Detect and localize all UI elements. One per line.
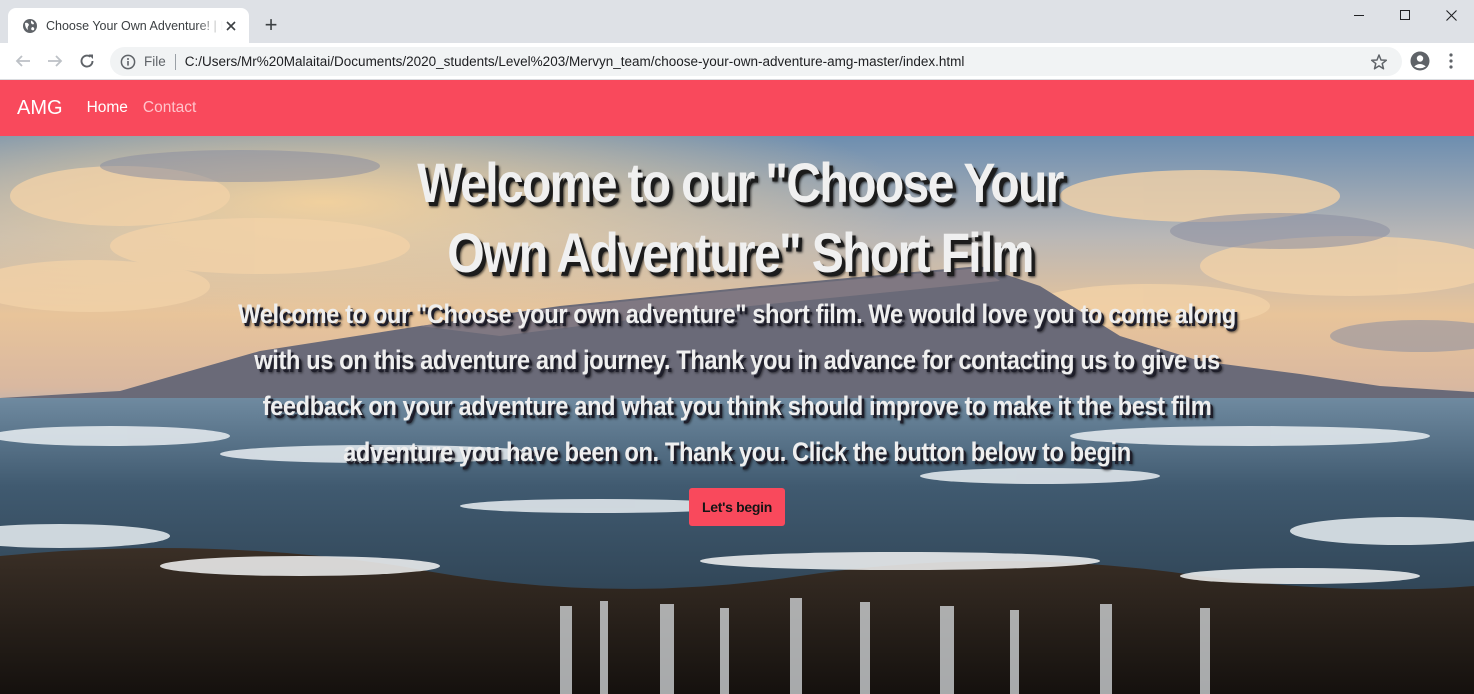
browser-tab[interactable]: Choose Your Own Adventure! | Home [8, 8, 249, 43]
hero-description: Welcome to our "Choose your own adventur… [238, 299, 1236, 467]
nav-link-contact[interactable]: Contact [143, 99, 196, 117]
back-arrow-icon[interactable] [11, 49, 35, 73]
nav-link-home[interactable]: Home [87, 99, 128, 117]
omnibox-divider [174, 53, 176, 70]
window-close-icon[interactable] [1428, 0, 1474, 30]
navbar-brand[interactable]: AMG [17, 97, 63, 120]
reload-icon[interactable] [75, 49, 99, 73]
tab-close-icon[interactable] [223, 18, 239, 34]
url-text[interactable]: C:/Users/Mr%20Malaitai/Documents/2020_st… [185, 54, 965, 69]
new-tab-button[interactable]: + [260, 14, 282, 36]
info-icon[interactable] [120, 54, 136, 70]
browser-toolbar: File C:/Users/Mr%20Malaitai/Documents/20… [0, 43, 1474, 80]
page-viewport: AMG Home Contact Welcome to our "Choose … [0, 80, 1474, 694]
site-navbar: AMG Home Contact [0, 80, 1474, 136]
maximize-icon[interactable] [1382, 0, 1428, 30]
minimize-icon[interactable] [1336, 0, 1382, 30]
star-icon[interactable] [1370, 53, 1388, 71]
account-icon[interactable] [1408, 49, 1432, 73]
tab-title: Choose Your Own Adventure! | Home [46, 18, 223, 33]
browser-tabstrip: Choose Your Own Adventure! | Home + [0, 0, 1474, 43]
hero-section: Welcome to our "Choose Your Own Adventur… [0, 136, 1474, 694]
forward-arrow-icon[interactable] [43, 49, 67, 73]
address-bar[interactable]: File C:/Users/Mr%20Malaitai/Documents/20… [110, 47, 1402, 76]
security-label: File [144, 54, 166, 69]
lets-begin-button[interactable]: Let's begin [689, 488, 785, 526]
kebab-menu-icon[interactable] [1440, 49, 1462, 73]
globe-icon [22, 18, 38, 34]
hero-title: Welcome to our "Choose Your Own Adventur… [417, 151, 1064, 284]
